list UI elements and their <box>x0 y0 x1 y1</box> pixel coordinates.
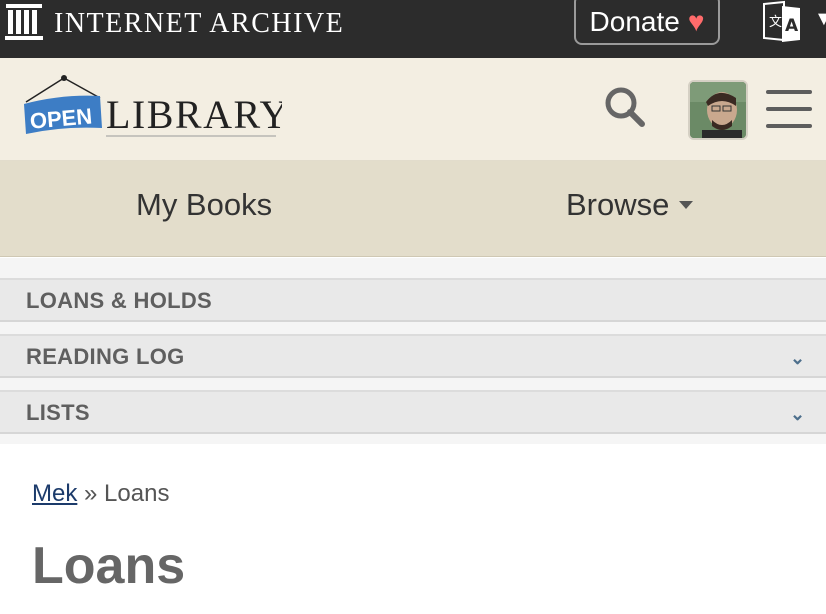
chevron-down-icon[interactable]: ⌄ <box>790 348 805 369</box>
open-library-header: OPEN LIBRARY <box>0 58 826 161</box>
heart-icon: ♥ <box>687 5 705 37</box>
my-books-sections: LOANS & HOLDS READING LOG ⌄ LISTS ⌄ <box>0 258 826 444</box>
donate-button[interactable]: Donate ♥ <box>574 0 720 45</box>
donate-label: Donate <box>589 5 680 37</box>
svg-text:A: A <box>785 16 799 36</box>
main-nav: My Books Browse <box>0 161 826 257</box>
breadcrumb-current: Loans <box>104 480 170 507</box>
section-label: LOANS & HOLDS <box>26 288 213 313</box>
nav-my-books[interactable]: My Books <box>136 187 272 223</box>
section-lists[interactable]: LISTS ⌄ <box>0 390 826 434</box>
internet-archive-bar: INTERNET ARCHIVE Donate ♥ 文 A ▼ <box>0 0 826 58</box>
search-icon[interactable] <box>602 84 648 130</box>
svg-text:文: 文 <box>769 15 782 30</box>
language-caret-icon[interactable]: ▼ <box>814 8 826 31</box>
ia-building-icon[interactable] <box>4 0 44 44</box>
user-avatar[interactable] <box>688 80 748 140</box>
section-label: LISTS <box>26 400 90 425</box>
ia-title[interactable]: INTERNET ARCHIVE <box>54 8 344 40</box>
chevron-down-icon <box>679 200 694 209</box>
breadcrumb-separator: » <box>84 480 98 507</box>
translate-icon[interactable]: 文 A <box>760 0 804 44</box>
section-loans-holds[interactable]: LOANS & HOLDS <box>0 278 826 322</box>
section-label: READING LOG <box>26 344 185 369</box>
breadcrumb: Mek » Loans <box>32 480 169 508</box>
open-library-logo[interactable]: OPEN LIBRARY <box>22 74 288 144</box>
section-reading-log[interactable]: READING LOG ⌄ <box>0 334 826 378</box>
page-title: Loans <box>32 537 186 595</box>
nav-browse-label: Browse <box>566 187 670 222</box>
chevron-down-icon[interactable]: ⌄ <box>790 404 805 425</box>
logo-library-text: LIBRARY <box>106 92 282 137</box>
logo-open-text: OPEN <box>29 103 93 133</box>
nav-browse[interactable]: Browse <box>566 187 694 223</box>
hamburger-menu-icon[interactable] <box>766 90 814 130</box>
breadcrumb-user-link[interactable]: Mek <box>32 480 77 507</box>
